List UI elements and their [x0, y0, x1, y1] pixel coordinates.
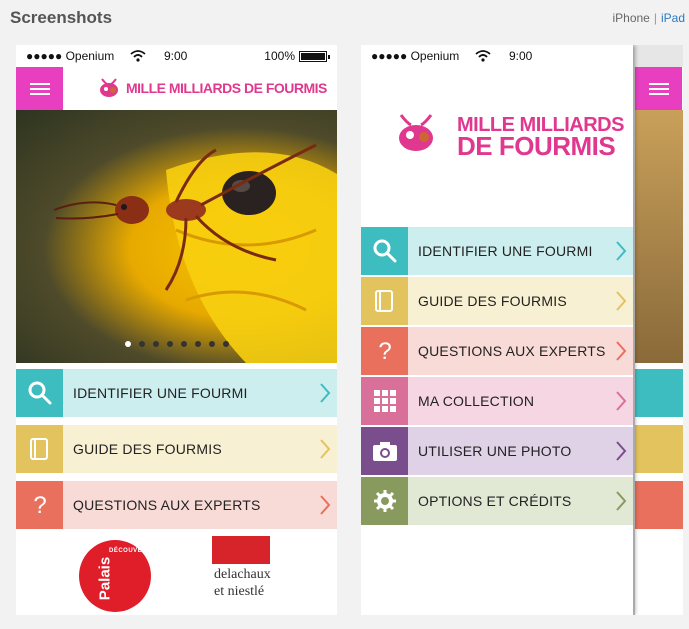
status-bar: ●●●●● Openium 9:00 100% [16, 45, 337, 67]
screenshot-drawer[interactable]: ●●●●● Openium 9:00 MILLE MILLIARDS DE FO… [361, 45, 683, 615]
drawer-item-questions-aux-experts[interactable]: ? QUESTIONS AUX EXPERTS [361, 327, 633, 375]
question-icon: ? [16, 481, 63, 529]
search-icon [361, 227, 408, 275]
peek-search-tile [635, 369, 683, 417]
battery-percent: 100% [264, 49, 295, 63]
hamburger-menu-button[interactable] [16, 67, 63, 110]
carousel-dot[interactable] [194, 341, 201, 347]
menu-item-label: QUESTIONS AUX EXPERTS [73, 497, 261, 513]
home-item-guide-des-fourmis[interactable]: GUIDE DES FOURMIS [16, 425, 337, 473]
drawer-item-identifier-une-fourmi[interactable]: IDENTIFIER UNE FOURMI [361, 227, 633, 275]
menu-item-label: GUIDE DES FOURMIS [418, 293, 567, 309]
grid-icon [361, 377, 408, 425]
ipad-link[interactable]: iPad [661, 11, 685, 25]
chevron-right-icon [313, 425, 337, 473]
battery-indicator: 100% [264, 49, 330, 63]
drawer-edge-shadow [633, 67, 635, 615]
search-icon [16, 369, 63, 417]
home-item-questions-aux-experts[interactable]: ? QUESTIONS AUX EXPERTS [16, 481, 337, 529]
carousel-pager[interactable] [16, 341, 337, 347]
chevron-right-icon [609, 377, 633, 425]
app-logo-text: MILLE MILLIARDS DE FOURMIS [126, 80, 327, 96]
palais-text: Palais [96, 556, 114, 601]
chevron-right-icon [313, 481, 337, 529]
wifi-icon [475, 50, 491, 62]
chevron-right-icon [313, 369, 337, 417]
carousel-dot[interactable] [138, 341, 145, 347]
clock: 9:00 [509, 49, 533, 63]
camera-icon [361, 427, 408, 475]
drawer-item-ma-collection[interactable]: MA COLLECTION [361, 377, 633, 425]
peek-photo [635, 110, 683, 363]
device-separator: | [653, 11, 657, 25]
carousel-dot[interactable] [180, 341, 187, 347]
chevron-right-icon [609, 227, 633, 275]
wifi-icon [130, 50, 146, 62]
delachaux-flag-icon [212, 536, 270, 564]
clock: 9:00 [164, 49, 188, 63]
ant-photo-carousel[interactable] [16, 110, 337, 363]
partner-logos: Palais DÉCOUVERTE delachaux et niestlé [16, 533, 337, 615]
menu-item-label: UTILISER UNE PHOTO [418, 443, 572, 459]
question-icon: ? [361, 327, 408, 375]
screenshot-home[interactable]: ●●●●● Openium 9:00 100% MILLE MILLIARDS … [16, 45, 337, 615]
chevron-right-icon [609, 427, 633, 475]
palais-decouverte-logo[interactable]: Palais DÉCOUVERTE [79, 540, 155, 612]
menu-item-label: OPTIONS ET CRÉDITS [418, 493, 572, 509]
svg-text:?: ? [33, 492, 46, 519]
niestle-text: et niestlé [214, 584, 265, 599]
iphone-option[interactable]: iPhone [612, 11, 649, 25]
chevron-right-icon [609, 477, 633, 525]
peek-question-tile [635, 481, 683, 529]
carousel-dot[interactable] [124, 341, 131, 347]
drawer-item-utiliser-une-photo[interactable]: UTILISER UNE PHOTO [361, 427, 633, 475]
decouverte-text: DÉCOUVERTE [109, 548, 156, 554]
delachaux-text: delachaux [214, 567, 271, 582]
section-title: Screenshots [10, 8, 113, 27]
carrier-label: ●●●●● Openium [26, 49, 115, 63]
carousel-dot[interactable] [166, 341, 173, 347]
battery-icon [299, 50, 330, 62]
navigation-drawer: ●●●●● Openium 9:00 MILLE MILLIARDS DE FO… [361, 45, 633, 615]
carrier-label: ●●●●● Openium [371, 49, 460, 63]
peek-book-tile [635, 425, 683, 473]
content-peek [635, 67, 683, 615]
carousel-dot[interactable] [222, 341, 229, 347]
menu-item-label: GUIDE DES FOURMIS [73, 441, 222, 457]
drawer-item-guide-des-fourmis[interactable]: GUIDE DES FOURMIS [361, 277, 633, 325]
carousel-dot[interactable] [208, 341, 215, 347]
device-switch: iPhone | iPad [612, 11, 685, 25]
peek-hamburger-button[interactable] [635, 67, 682, 110]
ant-logo-icon [100, 78, 118, 97]
drawer-item-options-et-cr-dits[interactable]: OPTIONS ET CRÉDITS [361, 477, 633, 525]
gear-icon [361, 477, 408, 525]
svg-text:?: ? [378, 338, 391, 365]
ant-on-flower-image [53, 143, 337, 363]
chevron-right-icon [609, 277, 633, 325]
app-logo-line-2: DE FOURMIS [457, 131, 616, 161]
book-icon [16, 425, 63, 473]
status-bar: ●●●●● Openium 9:00 [361, 45, 633, 67]
screenshots-section: Screenshots iPhone | iPad ●●●●● Openium 9:… [0, 0, 689, 629]
book-icon [361, 277, 408, 325]
menu-item-label: MA COLLECTION [418, 393, 535, 409]
ant-logo-large-icon [399, 114, 433, 151]
home-item-identifier-une-fourmi[interactable]: IDENTIFIER UNE FOURMI [16, 369, 337, 417]
menu-item-label: IDENTIFIER UNE FOURMI [73, 385, 248, 401]
menu-item-label: QUESTIONS AUX EXPERTS [418, 343, 606, 359]
carousel-dot[interactable] [152, 341, 159, 347]
menu-item-label: IDENTIFIER UNE FOURMI [418, 243, 593, 259]
chevron-right-icon [609, 327, 633, 375]
